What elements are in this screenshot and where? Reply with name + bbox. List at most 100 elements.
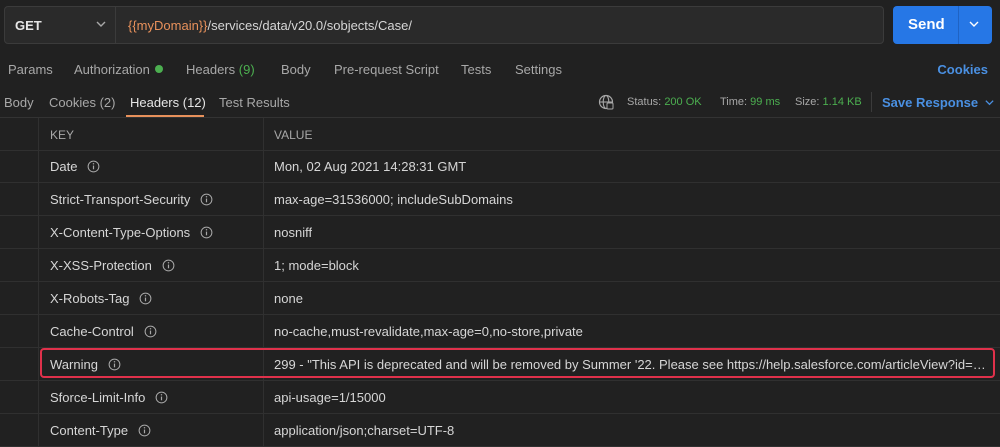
table-row: Sforce-Limit-Info api-usage=1/15000 bbox=[0, 381, 1000, 414]
value-cell[interactable]: Mon, 02 Aug 2021 14:28:31 GMT bbox=[264, 150, 1000, 183]
row-spacer-cell bbox=[0, 348, 39, 381]
info-icon[interactable] bbox=[139, 292, 152, 305]
key-cell[interactable]: Strict-Transport-Security bbox=[40, 183, 264, 216]
tab-headers-count: (9) bbox=[238, 62, 255, 77]
header-key-text: Date bbox=[50, 159, 78, 174]
header-value: nosniff bbox=[274, 225, 313, 240]
key-cell[interactable]: Cache-Control bbox=[40, 315, 264, 348]
time-value: 99 ms bbox=[750, 96, 781, 108]
response-bar: Body Cookies (2) Headers (12) Test Resul… bbox=[0, 86, 1000, 118]
header-value: 1; mode=block bbox=[274, 258, 359, 273]
active-tab-indicator bbox=[126, 115, 204, 117]
response-tab-cookies[interactable]: Cookies (2) bbox=[49, 95, 115, 110]
value-cell[interactable]: api-usage=1/15000 bbox=[264, 381, 1000, 414]
header-key-text: Sforce-Limit-Info bbox=[50, 390, 146, 405]
tab-tests[interactable]: Tests bbox=[461, 62, 491, 77]
request-tabs: Params Authorization Headers (9) Body Pr… bbox=[0, 56, 1000, 84]
tab-authorization[interactable]: Authorization bbox=[74, 62, 163, 77]
cookies-link[interactable]: Cookies bbox=[937, 62, 988, 77]
info-icon[interactable] bbox=[144, 325, 157, 338]
send-options-chevron-icon[interactable] bbox=[968, 18, 980, 30]
tab-body[interactable]: Body bbox=[281, 62, 311, 77]
table-row: Cache-Control no-cache,must-revalidate,ma… bbox=[0, 315, 1000, 348]
url-variable: {{myDomain}} bbox=[128, 18, 208, 33]
header-key: Sforce-Limit-Info bbox=[50, 390, 168, 405]
value-column-header: VALUE bbox=[274, 128, 313, 142]
size-label: Size: bbox=[795, 96, 820, 108]
table-row: Content-Type application/json;charset=UTF… bbox=[0, 414, 1000, 447]
header-key-text: X-XSS-Protection bbox=[50, 258, 152, 273]
send-divider bbox=[958, 6, 959, 44]
value-cell[interactable]: nosniff bbox=[264, 216, 1000, 249]
tab-settings[interactable]: Settings bbox=[515, 62, 562, 77]
value-cell[interactable]: 1; mode=block bbox=[264, 249, 1000, 282]
key-cell[interactable]: X-Content-Type-Options bbox=[40, 216, 264, 249]
tab-authorization-label: Authorization bbox=[74, 62, 150, 77]
info-icon[interactable] bbox=[138, 424, 151, 437]
info-icon[interactable] bbox=[162, 259, 175, 272]
header-spacer-cell bbox=[0, 118, 39, 151]
header-key-text: Strict-Transport-Security bbox=[50, 192, 191, 207]
header-key: X-Content-Type-Options bbox=[50, 225, 213, 240]
info-icon[interactable] bbox=[155, 391, 168, 404]
key-column-header: KEY bbox=[50, 128, 75, 142]
key-cell[interactable]: Date bbox=[40, 150, 264, 183]
row-spacer-cell bbox=[0, 381, 39, 414]
key-cell[interactable]: X-XSS-Protection bbox=[40, 249, 264, 282]
status-divider bbox=[871, 92, 872, 112]
info-icon[interactable] bbox=[200, 226, 213, 239]
table-row: X-XSS-Protection 1; mode=block bbox=[0, 249, 1000, 282]
table-row: X-Robots-Tag none bbox=[0, 282, 1000, 315]
info-icon[interactable] bbox=[87, 160, 100, 173]
size-value: 1.14 KB bbox=[822, 96, 862, 108]
method-select[interactable]: GET bbox=[4, 6, 116, 44]
auth-status-dot-icon bbox=[154, 65, 163, 73]
header-value: max-age=31536000; includeSubDomains bbox=[274, 192, 513, 207]
header-value: application/json;charset=UTF-8 bbox=[274, 423, 455, 438]
row-spacer-cell bbox=[0, 414, 39, 447]
status-label: Status: bbox=[627, 96, 662, 108]
value-cell[interactable]: max-age=31536000; includeSubDomains bbox=[264, 183, 1000, 216]
header-key-text: X-Content-Type-Options bbox=[50, 225, 191, 240]
response-tab-headers[interactable]: Headers (12) bbox=[130, 95, 206, 110]
tab-headers[interactable]: Headers (9) bbox=[186, 62, 255, 77]
value-cell[interactable]: none bbox=[264, 282, 1000, 315]
chevron-down-icon bbox=[96, 21, 106, 27]
response-tab-body[interactable]: Body bbox=[4, 95, 34, 110]
tab-params[interactable]: Params bbox=[8, 62, 53, 77]
send-button[interactable]: Send bbox=[893, 6, 992, 44]
value-cell[interactable]: application/json;charset=UTF-8 bbox=[264, 414, 1000, 447]
header-key-text: X-Robots-Tag bbox=[50, 291, 130, 306]
chevron-down-icon bbox=[985, 100, 994, 106]
header-value: Mon, 02 Aug 2021 14:28:31 GMT bbox=[274, 159, 467, 174]
save-response-button[interactable]: Save Response bbox=[882, 95, 995, 110]
header-key-text: Content-Type bbox=[50, 423, 129, 438]
header-value: 299 - "This API is deprecated and will b… bbox=[274, 357, 992, 372]
globe-icon[interactable] bbox=[598, 94, 614, 110]
tab-prerequest-script[interactable]: Pre-request Script bbox=[334, 62, 439, 77]
status-readout: Status: 200 OK bbox=[627, 96, 702, 108]
value-cell[interactable]: 299 - "This API is deprecated and will b… bbox=[264, 348, 1000, 381]
table-row: Strict-Transport-Security max-age=3153600… bbox=[0, 183, 1000, 216]
url-input[interactable]: {{myDomain}}/services/data/v20.0/sobject… bbox=[116, 6, 884, 44]
time-readout[interactable]: Time: 99 ms bbox=[720, 96, 780, 108]
header-key: Cache-Control bbox=[50, 324, 157, 339]
header-value: no-cache,must-revalidate,max-age=0,no-st… bbox=[274, 324, 583, 339]
key-cell[interactable]: X-Robots-Tag bbox=[40, 282, 264, 315]
header-key-text: Cache-Control bbox=[50, 324, 134, 339]
status-value: 200 OK bbox=[664, 96, 702, 108]
key-cell[interactable]: Sforce-Limit-Info bbox=[40, 381, 264, 414]
info-icon[interactable] bbox=[108, 358, 121, 371]
value-header-cell: VALUE bbox=[264, 118, 1000, 151]
row-spacer-cell bbox=[0, 150, 39, 183]
header-key: X-Robots-Tag bbox=[50, 291, 152, 306]
size-readout[interactable]: Size: 1.14 KB bbox=[795, 96, 862, 108]
header-key: X-XSS-Protection bbox=[50, 258, 175, 273]
header-key: Strict-Transport-Security bbox=[50, 192, 213, 207]
response-tab-test-results[interactable]: Test Results bbox=[219, 95, 290, 110]
key-cell[interactable]: Content-Type bbox=[40, 414, 264, 447]
value-cell[interactable]: no-cache,must-revalidate,max-age=0,no-st… bbox=[264, 315, 1000, 348]
tab-headers-label: Headers bbox=[186, 62, 236, 77]
key-cell[interactable]: Warning bbox=[40, 348, 264, 381]
info-icon[interactable] bbox=[200, 193, 213, 206]
